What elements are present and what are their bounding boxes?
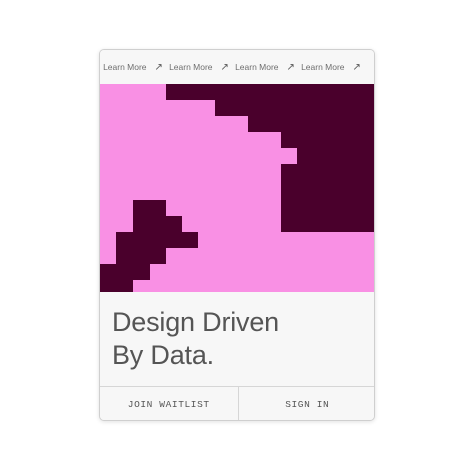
pixel-art-svg: [100, 84, 374, 292]
pixel-art-graphic: [100, 84, 374, 292]
top-link-bar: Learn More ↗ Learn More ↗ Learn More ↗ L…: [100, 50, 374, 84]
waitlist-card: Learn More ↗ Learn More ↗ Learn More ↗ L…: [99, 49, 375, 421]
learn-more-label: Learn More: [235, 62, 279, 72]
arrow-up-right-icon: ↗: [154, 61, 163, 73]
hero-headline: Design Driven By Data.: [112, 306, 372, 372]
arrow-up-right-icon: ↗: [220, 61, 229, 73]
arrow-up-right-icon: ↗: [286, 61, 295, 73]
sign-in-button[interactable]: SIGN IN: [237, 387, 374, 420]
learn-more-link-1[interactable]: Learn More ↗: [100, 62, 166, 73]
learn-more-label: Learn More: [169, 62, 213, 72]
learn-more-link-4[interactable]: Learn More ↗: [298, 62, 364, 73]
headline-line-2: By Data.: [112, 340, 214, 370]
learn-more-label: Learn More: [301, 62, 345, 72]
arrow-up-right-icon: ↗: [352, 61, 361, 73]
join-waitlist-button[interactable]: JOIN WAITLIST: [100, 387, 238, 420]
headline-line-1: Design Driven: [112, 307, 279, 337]
learn-more-link-2[interactable]: Learn More ↗: [166, 62, 232, 73]
learn-more-link-3[interactable]: Learn More ↗: [232, 62, 298, 73]
action-footer: JOIN WAITLIST SIGN IN: [100, 386, 374, 420]
learn-more-label: Learn More: [103, 62, 147, 72]
